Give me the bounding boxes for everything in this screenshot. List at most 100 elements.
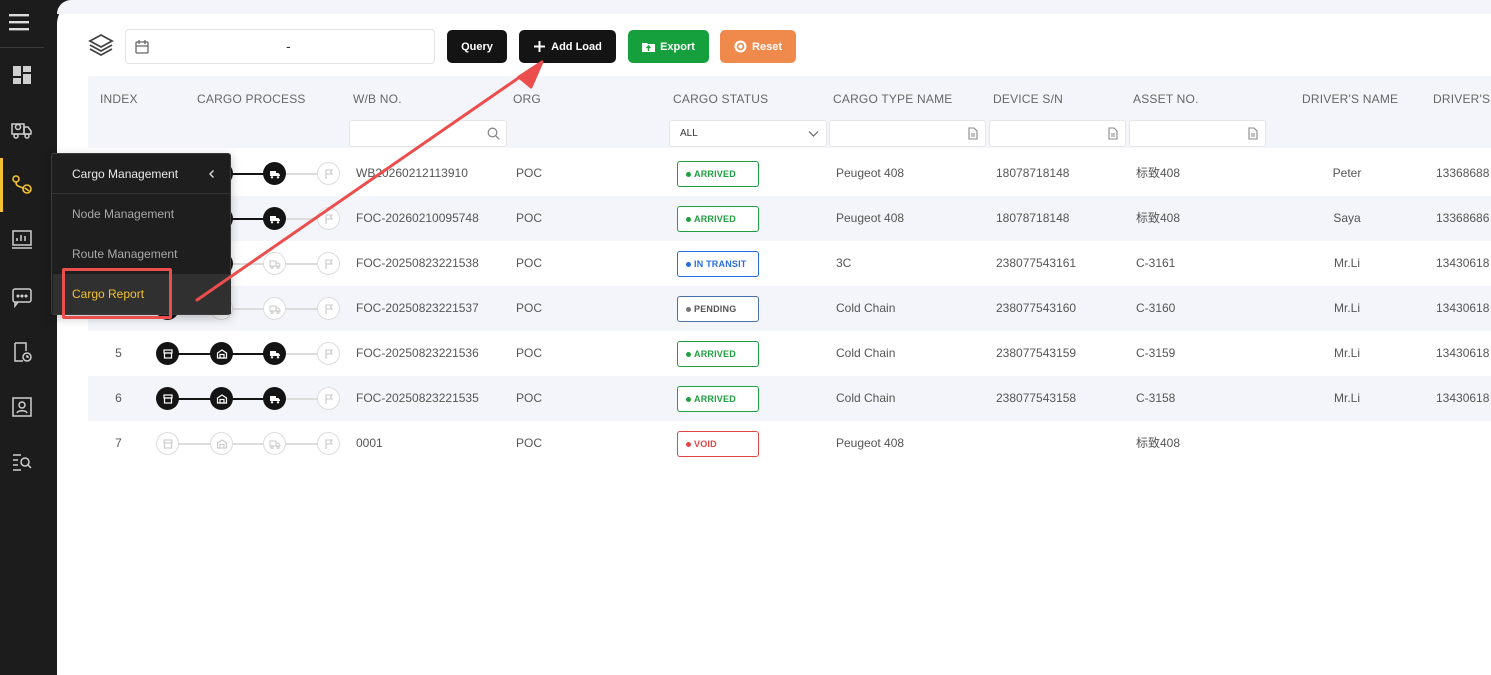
report-chart-icon[interactable] bbox=[0, 218, 44, 262]
calendar-icon bbox=[135, 40, 149, 54]
status-badge: IN TRANSIT bbox=[677, 251, 759, 277]
status-badge: PENDING bbox=[677, 296, 759, 322]
device-sn-filter-input[interactable] bbox=[989, 120, 1126, 147]
row-device-sn: 18078718148 bbox=[996, 211, 1070, 225]
fleet-truck-icon[interactable] bbox=[0, 108, 44, 152]
row-driver-name: Mr.Li bbox=[1333, 391, 1360, 405]
row-driver-tel: 13430618 bbox=[1436, 256, 1490, 270]
warehouse-icon bbox=[210, 387, 233, 410]
asset-no-filter-input[interactable] bbox=[1129, 120, 1266, 147]
status-badge: VOID bbox=[677, 431, 759, 457]
submenu-item-node-management[interactable]: Node Management bbox=[72, 207, 174, 221]
row-wb-no[interactable]: WB20260212113910 bbox=[356, 151, 468, 196]
row-wb-no[interactable]: FOC-20250823221536 bbox=[356, 331, 479, 376]
reset-button[interactable]: Reset bbox=[720, 30, 796, 63]
cargo-process-chain bbox=[156, 342, 342, 365]
row-asset-no: 标致408 bbox=[1136, 436, 1181, 450]
table-row[interactable]: 4 FOC-20250823221537 POC PENDING Cold Ch… bbox=[88, 286, 1491, 331]
row-wb-no[interactable]: FOC-20250823221538 bbox=[356, 241, 479, 286]
truck-icon bbox=[263, 342, 286, 365]
row-driver-tel: 13368686 bbox=[1436, 211, 1490, 225]
add-load-button[interactable]: Add Load bbox=[519, 30, 616, 63]
row-asset-no: C-3158 bbox=[1136, 391, 1176, 405]
cargo-status-select[interactable]: ALL bbox=[669, 120, 827, 147]
row-asset-no: C-3161 bbox=[1136, 256, 1176, 270]
row-wb-no[interactable]: 0001 bbox=[356, 421, 383, 466]
upload-folder-icon bbox=[642, 43, 656, 52]
row-wb-no[interactable]: FOC-20250823221537 bbox=[356, 286, 479, 331]
col-index: INDEX bbox=[100, 92, 138, 106]
col-device-sn: DEVICE S/N bbox=[993, 92, 1064, 106]
truck-icon bbox=[263, 162, 286, 185]
submenu-item-route-management[interactable]: Route Management bbox=[72, 247, 177, 261]
main-top-strip bbox=[57, 0, 1491, 14]
document-icon bbox=[968, 127, 978, 140]
table-row[interactable]: 3 FOC-20250823221538 POC IN TRANSIT 3C 2… bbox=[88, 241, 1491, 286]
list-search-icon[interactable] bbox=[0, 440, 44, 484]
col-cargo-type-name: CARGO TYPE NAME bbox=[833, 92, 953, 106]
table-row[interactable]: 6 FOC-20250823221535 POC ARRIVED Cold Ch… bbox=[88, 376, 1491, 421]
query-label: Query bbox=[461, 40, 493, 53]
row-wb-no[interactable]: FOC-20260210095748 bbox=[356, 196, 479, 241]
table-row[interactable]: 1 WB20260212113910 POC ARRIVED Peugeot 4… bbox=[88, 151, 1491, 196]
row-driver-name: Mr.Li bbox=[1333, 256, 1360, 270]
query-button[interactable]: Query bbox=[447, 30, 507, 63]
chevron-down-icon bbox=[808, 131, 819, 137]
plus-icon bbox=[534, 41, 546, 52]
flag-icon bbox=[317, 342, 340, 365]
row-cargo-type: 3C bbox=[836, 256, 852, 270]
chevron-left-icon[interactable] bbox=[207, 169, 217, 179]
status-badge: ARRIVED bbox=[677, 206, 759, 232]
cargo-status-select-value: ALL bbox=[680, 128, 698, 139]
row-cargo-type: Cold Chain bbox=[836, 301, 896, 315]
table-row[interactable]: 2 FOC-20260210095748 POC ARRIVED Peugeot… bbox=[88, 196, 1491, 241]
truck-icon bbox=[263, 387, 286, 410]
row-asset-no: 标致408 bbox=[1136, 211, 1181, 225]
message-icon[interactable] bbox=[0, 275, 44, 319]
export-button[interactable]: Export bbox=[628, 30, 709, 63]
status-badge: ARRIVED bbox=[677, 386, 759, 412]
row-org: POC bbox=[516, 346, 543, 360]
table-row[interactable]: 5 FOC-20250823221536 POC ARRIVED Cold Ch… bbox=[88, 331, 1491, 376]
flag-icon bbox=[317, 162, 340, 185]
row-cargo-type: Cold Chain bbox=[836, 346, 896, 360]
schedule-doc-icon[interactable] bbox=[0, 330, 44, 374]
row-cargo-type: Peugeot 408 bbox=[836, 211, 905, 225]
row-org: POC bbox=[516, 391, 543, 405]
reset-icon bbox=[734, 40, 747, 53]
document-icon bbox=[1108, 127, 1118, 140]
truck-icon bbox=[263, 297, 286, 320]
warehouse-icon bbox=[210, 432, 233, 455]
row-driver-name: Peter bbox=[1332, 166, 1362, 180]
box-icon bbox=[156, 387, 179, 410]
row-org: POC bbox=[516, 256, 543, 270]
row-wb-no[interactable]: FOC-20250823221535 bbox=[356, 376, 479, 421]
row-org: POC bbox=[516, 436, 543, 450]
submenu-header[interactable]: Cargo Management bbox=[52, 154, 230, 194]
row-asset-no: 标致408 bbox=[1136, 166, 1181, 180]
date-range-picker[interactable]: - bbox=[125, 29, 435, 64]
status-badge: ARRIVED bbox=[677, 341, 759, 367]
wb-no-filter-input[interactable] bbox=[349, 120, 507, 147]
col-asset-no: ASSET NO. bbox=[1133, 92, 1199, 106]
row-driver-tel: 13430618 bbox=[1436, 346, 1490, 360]
cargo-route-icon[interactable] bbox=[0, 163, 44, 207]
layers-icon[interactable] bbox=[87, 31, 115, 59]
dashboard-icon[interactable] bbox=[0, 53, 44, 97]
document-icon bbox=[1248, 127, 1258, 140]
row-index: 5 bbox=[115, 346, 122, 360]
menu-icon[interactable] bbox=[9, 12, 31, 34]
flag-icon bbox=[317, 387, 340, 410]
row-device-sn: 238077543158 bbox=[996, 391, 1077, 405]
cargo-process-chain bbox=[156, 432, 342, 455]
row-index: 7 bbox=[115, 436, 122, 450]
user-search-icon[interactable] bbox=[0, 385, 44, 429]
table-row[interactable]: 7 0001 POC VOID Peugeot 408 标致408 bbox=[88, 421, 1491, 466]
row-driver-name: Mr.Li bbox=[1333, 301, 1360, 315]
row-driver-tel: 13368688 bbox=[1436, 166, 1490, 180]
row-cargo-type: Peugeot 408 bbox=[836, 166, 905, 180]
cargo-type-filter-input[interactable] bbox=[829, 120, 986, 147]
sidebar bbox=[0, 0, 57, 675]
flag-icon bbox=[317, 252, 340, 275]
truck-icon bbox=[263, 252, 286, 275]
